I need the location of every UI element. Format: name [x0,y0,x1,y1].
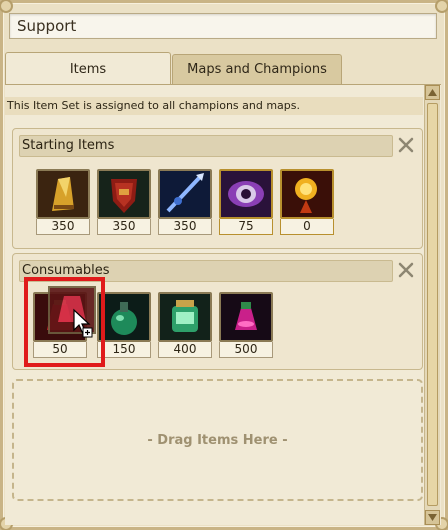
blue-spear-icon [158,169,212,219]
scroll-up-button[interactable] [425,85,440,100]
item-price: 350 [36,219,90,235]
item-price: 500 [219,342,273,358]
item-set-name-field-wrapper [9,13,437,39]
tab-maps-and-champions[interactable]: Maps and Champions [172,54,342,84]
scrollbar[interactable] [424,85,440,525]
section-title[interactable]: Starting Items [19,135,393,157]
item-slot[interactable]: 400 [158,292,212,358]
item-slot[interactable]: 350 [36,169,90,235]
purple-eye-ward-icon [219,169,273,219]
item-slot[interactable]: 350 [97,169,151,235]
close-icon[interactable] [396,260,416,280]
item-price: 75 [219,219,273,235]
scroll-down-button[interactable] [425,510,440,525]
item-slot[interactable]: 0 [280,169,334,235]
drop-zone-label: - Drag Items Here - [147,432,288,448]
item-price: 150 [97,342,151,358]
tab-items[interactable]: Items [5,52,171,86]
item-slot[interactable]: 350 [158,169,212,235]
tab-maps-and-champions-label: Maps and Champions [187,62,327,77]
item-slot[interactable]: 150 [97,292,151,358]
item-set-name-input[interactable] [10,14,436,38]
arrow-down-icon [428,514,437,521]
yellow-trinket-icon [280,169,334,219]
item-price: 400 [158,342,212,358]
item-price: 350 [158,219,212,235]
scroll-thumb[interactable] [427,103,438,506]
item-price: 50 [33,342,87,358]
green-elixir-icon [158,292,212,342]
gold-blade-icon [36,169,90,219]
item-price: 0 [280,219,334,235]
item-slot[interactable]: 75 [219,169,273,235]
item-price: 350 [97,219,151,235]
arrow-up-icon [428,89,437,96]
green-flask-icon [97,292,151,342]
red-shield-icon [97,169,151,219]
item-slot[interactable]: 500 [219,292,273,358]
close-icon[interactable] [396,135,416,155]
corner-ornament [0,0,13,13]
section-starting-items: Starting Items 350 350 350 75 0 [12,128,423,249]
drag-items-drop-zone[interactable]: - Drag Items Here - [12,379,423,501]
assignment-notice: This Item Set is assigned to all champio… [5,97,423,115]
tab-bar: Items Maps and Champions [5,52,441,86]
tab-items-label: Items [69,62,107,77]
section-title[interactable]: Consumables [19,260,393,282]
cursor-icon [73,308,93,338]
corner-ornament [435,0,448,13]
pink-flask-icon [219,292,273,342]
